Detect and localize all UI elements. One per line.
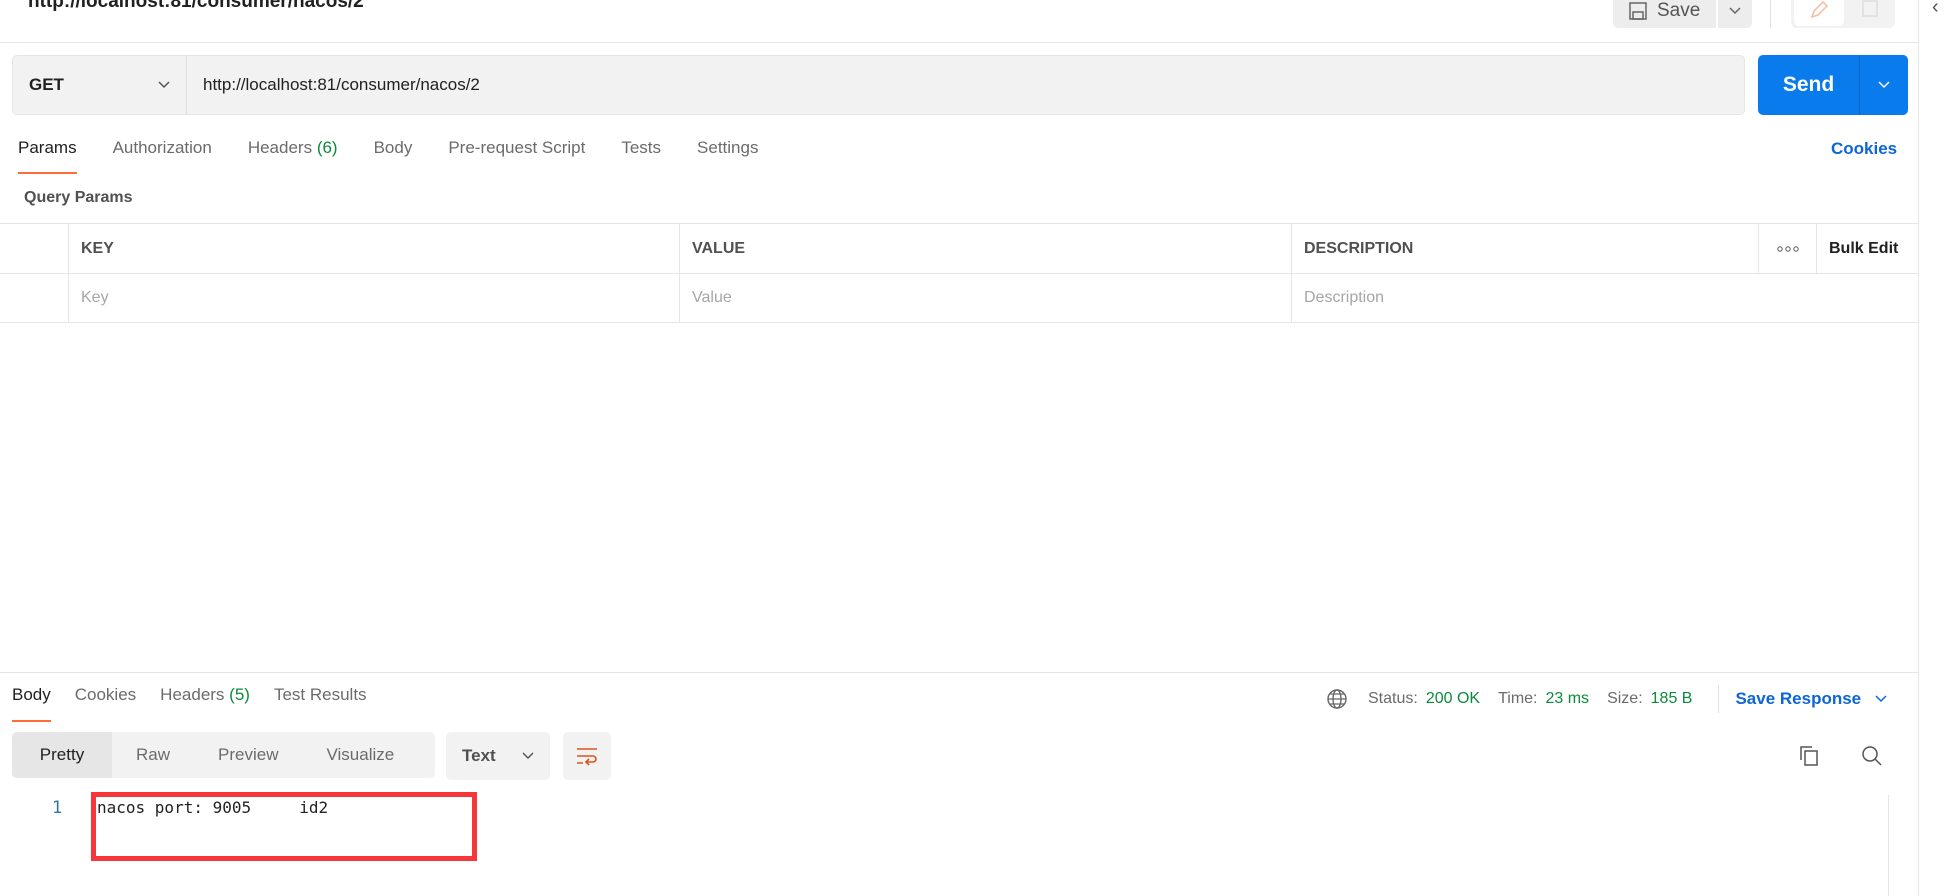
tab-label: Authorization: [112, 138, 212, 157]
tab-tests[interactable]: Tests: [621, 138, 661, 174]
wrap-icon: [577, 748, 597, 766]
globe-icon[interactable]: [1326, 688, 1348, 710]
tab-label: Cookies: [74, 685, 137, 704]
column-description: DESCRIPTION: [1291, 224, 1758, 273]
editor-scrollbar[interactable]: [1888, 795, 1889, 896]
tab-label: Pre-request Script: [448, 138, 586, 157]
documentation-button[interactable]: [1848, 0, 1892, 26]
column-key: KEY: [68, 224, 679, 273]
format-visualize[interactable]: Visualize: [302, 732, 418, 778]
size-value: 185 B: [1650, 690, 1693, 707]
collapse-panel-icon[interactable]: ‹: [1932, 0, 1939, 19]
save-response-button[interactable]: Save Response: [1735, 689, 1861, 709]
send-dropdown-button[interactable]: [1860, 55, 1908, 115]
chevron-down-icon: [1878, 81, 1890, 89]
send-button[interactable]: Send: [1758, 55, 1860, 115]
response-tabs: Body Cookies Headers (5) Test Results: [12, 685, 391, 722]
query-params-title: Query Params: [24, 189, 133, 206]
table-header: KEY VALUE DESCRIPTION Bulk Edit: [0, 223, 1918, 273]
tab-label: Headers: [160, 685, 225, 704]
more-options-icon[interactable]: [1758, 224, 1816, 273]
response-divider[interactable]: [0, 672, 1918, 673]
tab-label: Body: [373, 138, 413, 157]
tab-headers[interactable]: Headers (6): [248, 138, 338, 174]
response-tab-test-results[interactable]: Test Results: [274, 685, 367, 722]
response-type-label: Text: [462, 746, 496, 765]
response-tab-body[interactable]: Body: [12, 685, 51, 722]
table-row: Key Value Description: [0, 273, 1918, 323]
chevron-down-icon: [158, 81, 170, 89]
chevron-down-icon[interactable]: [1875, 695, 1887, 703]
format-tabs: Pretty Raw Preview Visualize: [12, 732, 435, 778]
response-type-select[interactable]: Text: [446, 732, 550, 780]
bulk-edit-button[interactable]: Bulk Edit: [1816, 224, 1918, 273]
response-tab-cookies[interactable]: Cookies: [75, 685, 136, 722]
highlight-box: [91, 792, 477, 861]
chevron-down-icon: [1729, 7, 1741, 15]
format-preview[interactable]: Preview: [194, 732, 302, 778]
headers-count: (5): [229, 685, 250, 704]
divider: [0, 42, 1918, 43]
tab-label: Tests: [621, 138, 662, 157]
status-value: 200 OK: [1425, 690, 1481, 707]
format-pretty[interactable]: Pretty: [12, 732, 112, 778]
time-label: Time:: [1498, 690, 1538, 707]
tab-body[interactable]: Body: [374, 138, 413, 174]
description-input[interactable]: Description: [1291, 274, 1918, 322]
line-number: 1: [52, 798, 63, 818]
value-input[interactable]: Value: [679, 274, 1291, 322]
key-input[interactable]: Key: [68, 274, 679, 322]
cookies-link[interactable]: Cookies: [1831, 139, 1897, 159]
divider: [1770, 0, 1771, 28]
document-icon: [1862, 0, 1878, 17]
response-tab-headers[interactable]: Headers (5): [160, 685, 250, 722]
wrap-lines-button[interactable]: [563, 732, 611, 780]
column-value: VALUE: [679, 224, 1291, 273]
save-dropdown-button[interactable]: [1718, 0, 1752, 28]
method-select[interactable]: GET: [13, 56, 187, 114]
status-label: Status:: [1368, 690, 1418, 707]
tab-label: Settings: [697, 138, 759, 157]
tab-pre-request-script[interactable]: Pre-request Script: [448, 138, 585, 174]
pencil-icon: [1810, 0, 1829, 19]
tab-label: Body: [12, 685, 51, 704]
checkbox-cell: [0, 274, 68, 322]
save-icon: [1629, 2, 1647, 20]
copy-icon[interactable]: [1798, 744, 1820, 773]
url-bar: GET http://localhost:81/consumer/nacos/2: [12, 55, 1745, 115]
save-label: Save: [1657, 0, 1701, 21]
time-value: 23 ms: [1545, 690, 1590, 707]
chevron-down-icon: [522, 752, 534, 760]
response-meta: Status: 200 OK Time: 23 ms Size: 185 B Save…: [1326, 685, 1887, 713]
send-button-group: Send: [1758, 55, 1908, 115]
request-title: http://localhost:81/consumer/nacos/2: [28, 0, 364, 12]
search-icon[interactable]: [1860, 744, 1884, 773]
tab-label: Headers: [247, 138, 313, 157]
method-label: GET: [29, 75, 64, 94]
save-button[interactable]: Save: [1613, 0, 1716, 28]
tab-label: Params: [18, 138, 77, 157]
format-raw[interactable]: Raw: [112, 732, 194, 778]
tab-settings[interactable]: Settings: [697, 138, 758, 174]
request-tabs: Params Authorization Headers (6) Body Pr…: [18, 138, 794, 174]
divider: [1718, 685, 1720, 713]
tab-params[interactable]: Params: [18, 138, 77, 174]
right-panel-border: [1918, 0, 1919, 896]
tab-label: Test Results: [273, 685, 367, 704]
size-label: Size:: [1607, 690, 1643, 707]
edit-button[interactable]: [1794, 0, 1844, 26]
url-input[interactable]: http://localhost:81/consumer/nacos/2: [187, 75, 480, 95]
tab-authorization[interactable]: Authorization: [113, 138, 212, 174]
checkbox-column: [0, 224, 68, 273]
params-table: KEY VALUE DESCRIPTION Bulk Edit Key Valu…: [0, 223, 1918, 323]
headers-count: (6): [316, 138, 338, 157]
